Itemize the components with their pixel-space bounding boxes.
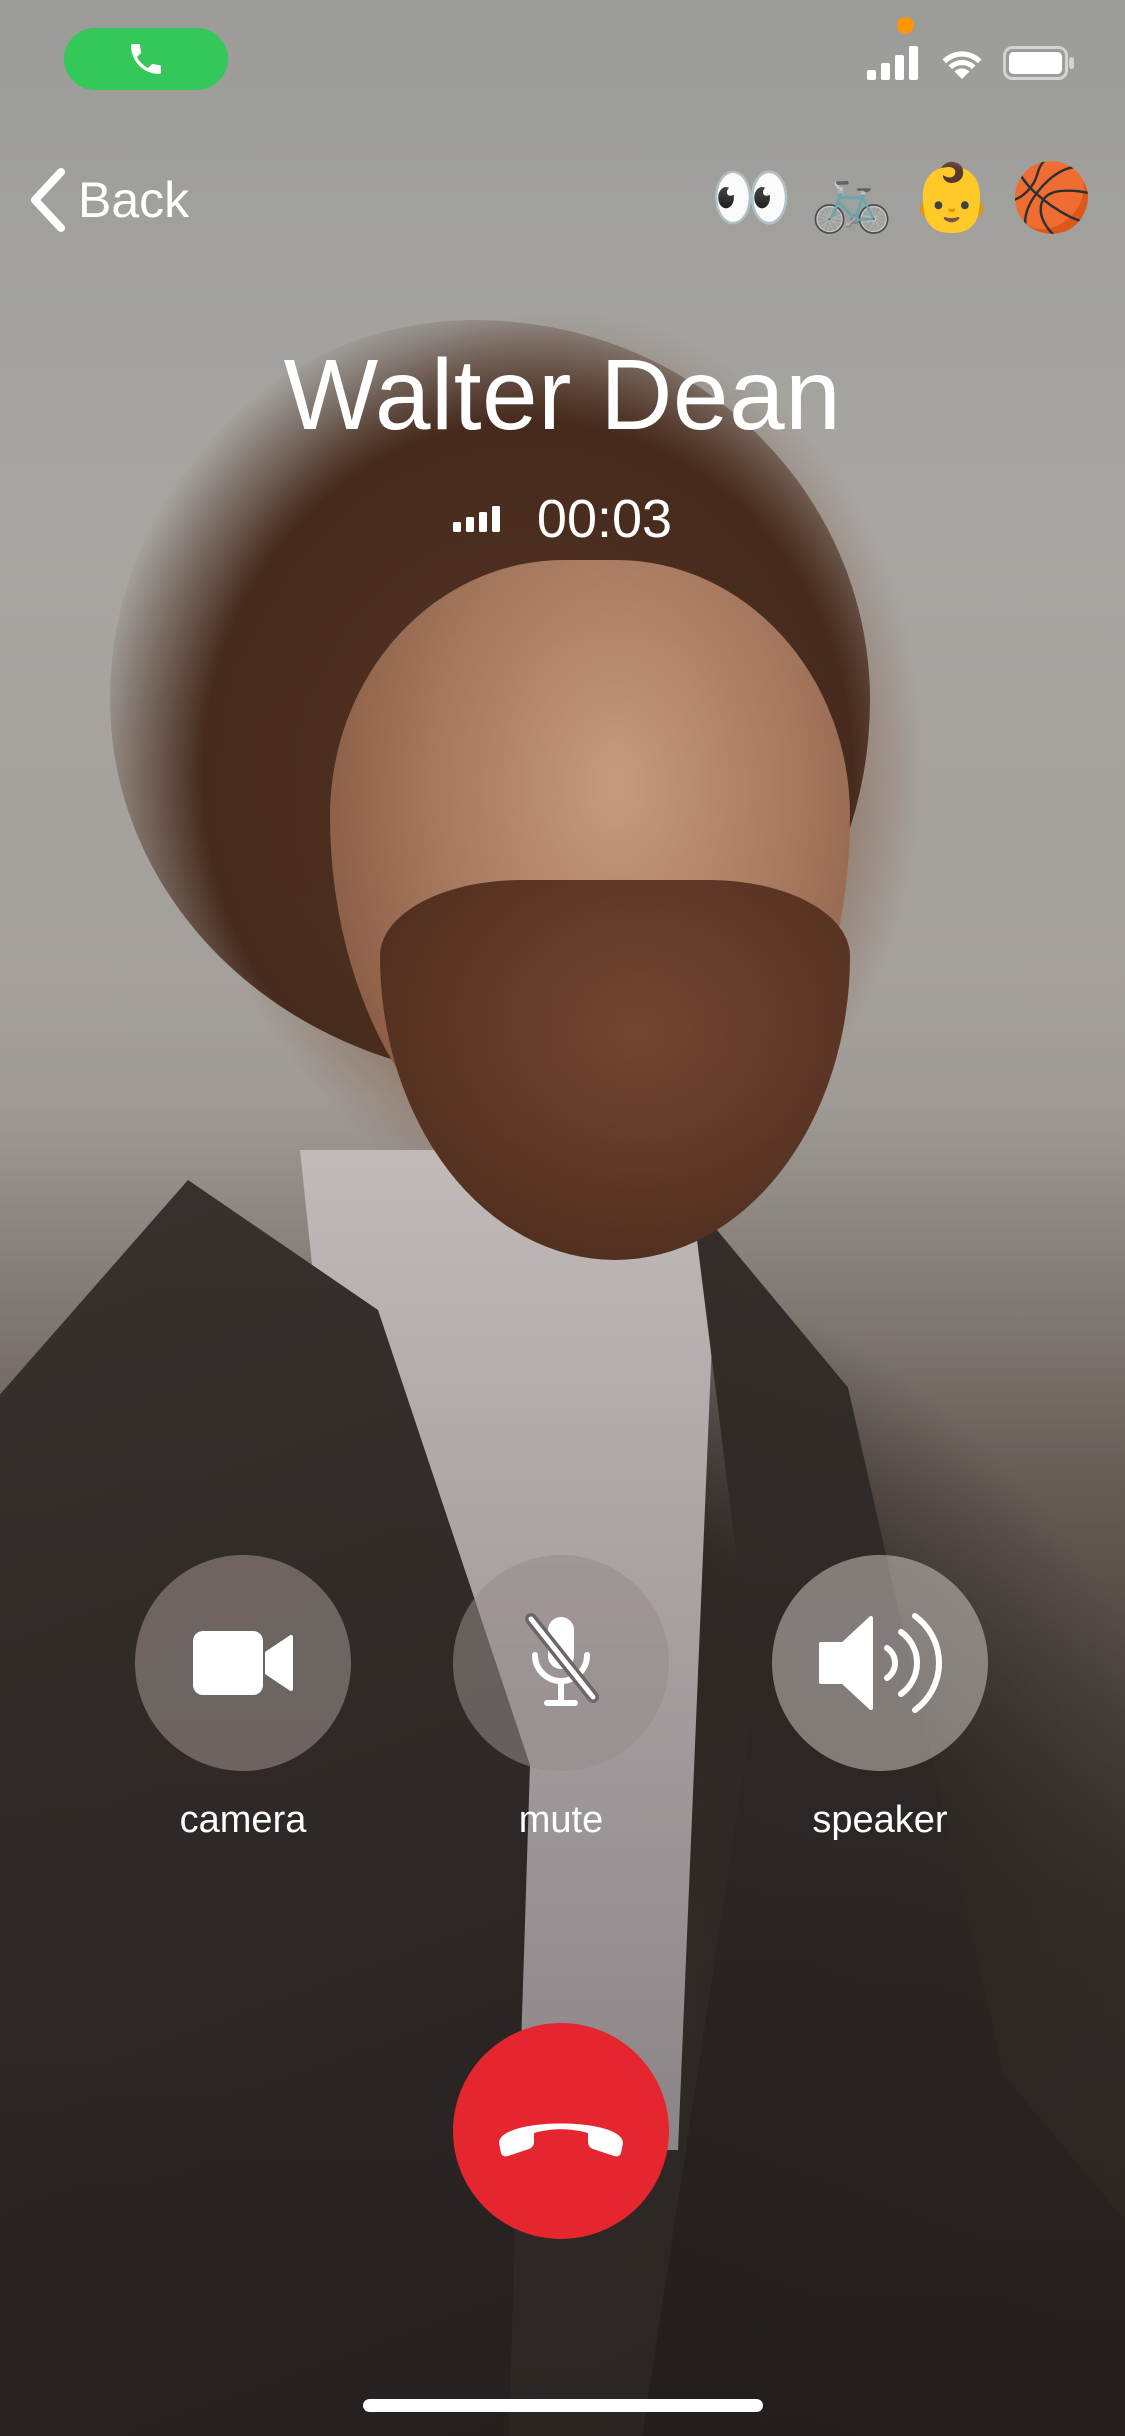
back-button[interactable]: Back (28, 160, 189, 240)
caller-name: Walter Dean (283, 339, 842, 451)
back-label: Back (78, 172, 190, 228)
microphone-in-use-indicator (897, 17, 914, 34)
camera-label: camera (179, 1799, 307, 1841)
encryption-emoji-key[interactable]: 👀 🚲 👶 🏀 (710, 158, 1093, 238)
call-status: 00:03 (0, 488, 1125, 550)
emoji-baby: 👶 (910, 159, 993, 236)
wifi-icon (942, 51, 982, 79)
battery-icon (1003, 46, 1074, 80)
speaker-label: speaker (812, 1799, 948, 1841)
microphone-slash-icon (525, 1613, 599, 1706)
status-bar (0, 0, 1125, 120)
end-call-icon (499, 2123, 623, 2157)
cellular-signal-icon (867, 46, 918, 80)
phone-icon (131, 44, 161, 74)
end-call-button[interactable] (453, 2023, 669, 2239)
emoji-eyes: 👀 (710, 159, 793, 236)
home-indicator[interactable] (363, 2399, 763, 2412)
speaker-control: speaker (772, 1555, 988, 1842)
camera-button[interactable] (135, 1555, 351, 1771)
emoji-bicycle: 🚲 (810, 159, 893, 236)
emoji-basketball: 🏀 (1010, 159, 1093, 236)
status-icons (867, 46, 1075, 80)
active-call-pill[interactable] (64, 28, 228, 90)
call-screen: Back 👀 🚲 👶 🏀 Walter Dean 00:03 camera mu… (0, 0, 1125, 2436)
mute-control: mute (453, 1555, 669, 1842)
call-timer: 00:03 (536, 489, 673, 549)
mute-label: mute (518, 1799, 604, 1841)
camera-control: camera (135, 1555, 351, 1842)
speaker-button[interactable] (772, 1555, 988, 1771)
chevron-left-icon (31, 168, 65, 232)
video-camera-icon (193, 1631, 293, 1695)
signal-strength-icon (452, 506, 500, 532)
mute-button[interactable] (453, 1555, 669, 1771)
speaker-volume-icon (819, 1613, 943, 1713)
